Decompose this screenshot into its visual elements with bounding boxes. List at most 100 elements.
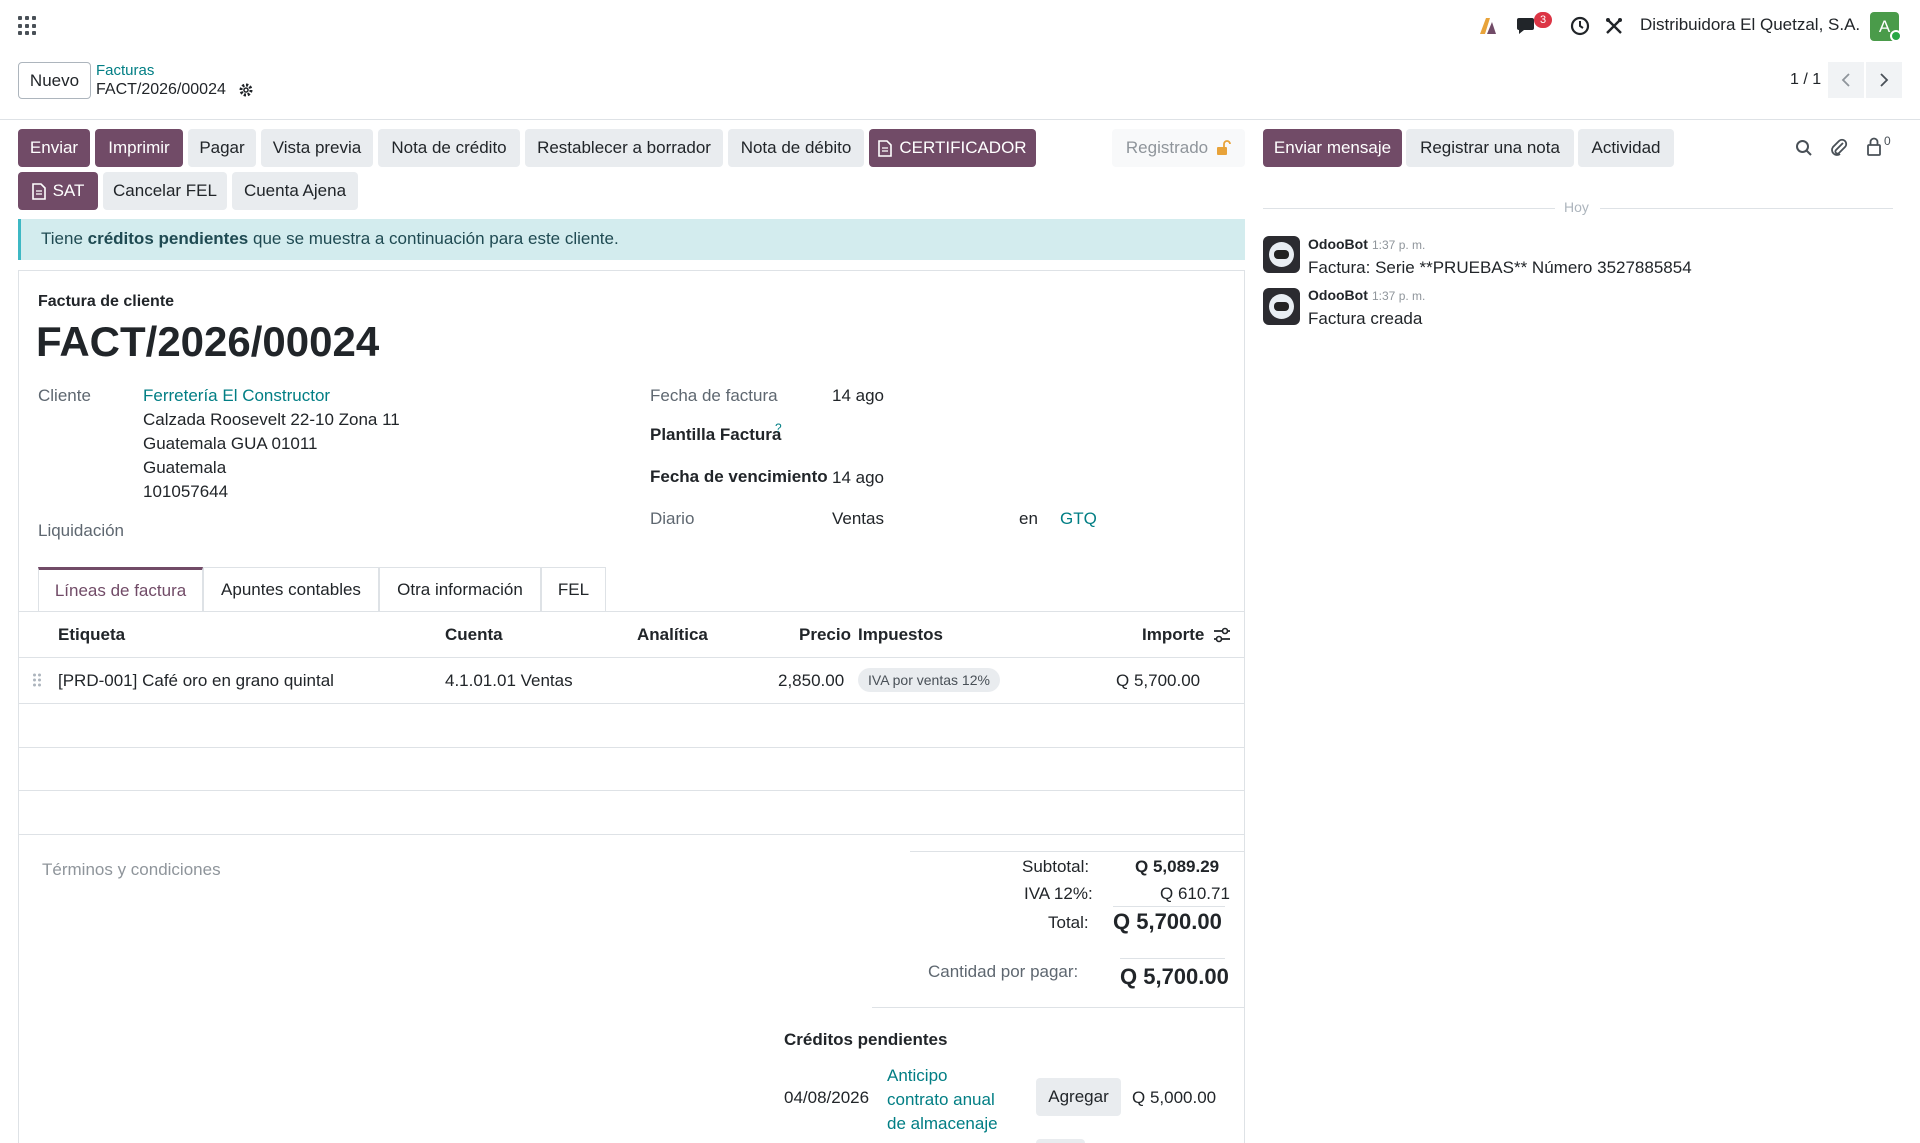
currency-link[interactable]: GTQ (1060, 509, 1097, 529)
drag-handle-icon[interactable] (32, 672, 42, 688)
table-header-divider (18, 657, 1245, 658)
liquidacion-label: Liquidación (38, 521, 125, 540)
totals-top-divider (910, 851, 1245, 852)
activity-clock-icon[interactable] (1568, 14, 1592, 38)
print-button[interactable]: Imprimir (95, 129, 183, 167)
subtotal-value: Q 5,089.29 (1135, 857, 1220, 876)
sat-label: SAT (52, 181, 85, 200)
customer-address-line: Guatemala GUA 01011 (143, 434, 318, 453)
unlock-icon (1217, 140, 1232, 155)
line-account[interactable]: 4.1.01.01 Ventas (445, 671, 573, 691)
tab-fel[interactable]: FEL (541, 567, 606, 611)
pay-button[interactable]: Pagar (188, 129, 256, 167)
message-body: Factura creada (1308, 309, 1423, 328)
search-icon[interactable] (1795, 139, 1813, 157)
journal-label: Diario (650, 509, 695, 528)
col-header-label[interactable]: Etiqueta (58, 625, 125, 645)
tools-icon[interactable] (1602, 14, 1626, 38)
invoice-date-value[interactable]: 14 ago (832, 386, 884, 406)
iva-label: IVA 12%: (1024, 884, 1093, 903)
message-body: Factura: Serie **PRUEBAS** Número 352788… (1308, 258, 1692, 277)
breadcrumb-parent[interactable]: Facturas (96, 62, 154, 79)
col-header-price[interactable]: Precio (799, 625, 851, 645)
credit-note-button[interactable]: Nota de crédito (378, 129, 520, 167)
messages-badge: 3 (1534, 12, 1552, 28)
message-author[interactable]: OdooBot (1308, 287, 1368, 303)
date-separator-label: Hoy (1564, 199, 1589, 215)
paperclip-icon[interactable] (1830, 137, 1848, 157)
activity-button[interactable]: Actividad (1578, 129, 1674, 167)
sat-button[interactable]: SAT (18, 172, 98, 210)
certificador-label: CERTIFICADOR (899, 138, 1027, 157)
preview-button[interactable]: Vista previa (261, 129, 373, 167)
col-header-amount[interactable]: Importe (1142, 625, 1204, 645)
log-note-button[interactable]: Registrar una nota (1406, 129, 1574, 167)
alert-prefix: Tiene (41, 229, 83, 248)
customer-address-line: Guatemala (143, 458, 227, 477)
add-credit-button[interactable]: Agregar (1036, 1078, 1121, 1116)
customer-label: Cliente (38, 386, 91, 405)
due-date-label: Fecha de vencimiento (650, 467, 828, 486)
followers-count: 0 (1884, 134, 1891, 148)
cancel-fel-button[interactable]: Cancelar FEL (103, 172, 227, 210)
due-date-value[interactable]: 14 ago (832, 468, 884, 488)
customer-tax-id: 101057644 (143, 482, 229, 501)
company-switcher[interactable]: Distribuidora El Quetzal, S.A. (1640, 15, 1860, 35)
debit-note-button[interactable]: Nota de débito (728, 129, 864, 167)
pager-value[interactable]: 1 / 1 (1790, 71, 1821, 89)
certificador-button[interactable]: CERTIFICADOR (869, 129, 1036, 167)
send-message-button[interactable]: Enviar mensaje (1263, 129, 1402, 167)
col-header-taxes[interactable]: Impuestos (858, 625, 943, 645)
customer-address-line: Calzada Roosevelt 22-10 Zona 11 (143, 410, 400, 429)
alert-suffix: que se muestra a continuación para este … (252, 229, 619, 248)
outstanding-credits-alert: Tiene créditos pendientes que se muestra… (18, 219, 1245, 260)
add-credit-button[interactable] (1036, 1139, 1085, 1143)
top-navbar: 3 Distribuidora El Quetzal, S.A. A (0, 0, 1920, 52)
outstanding-credit-description[interactable]: Anticipo contrato anual de almacenaje (887, 1064, 998, 1136)
status-label: Registrado (1125, 138, 1209, 157)
third-party-account-button[interactable]: Cuenta Ajena (232, 172, 358, 210)
currency-in-label: en (1019, 509, 1038, 528)
line-label[interactable]: [PRD-001] Café oro en grano quintal (58, 671, 334, 691)
tabs-divider (18, 611, 1245, 612)
date-separator-line (1600, 208, 1893, 209)
outstanding-credit-date: 04/08/2026 (784, 1088, 870, 1107)
template-help-icon[interactable]: ? (775, 421, 782, 435)
outstanding-credit-desc-line: de almacenaje (887, 1114, 998, 1133)
reset-to-draft-button[interactable]: Restablecer a borrador (525, 129, 723, 167)
line-tax-tag[interactable]: IVA por ventas 12% (858, 668, 1000, 692)
invoice-date-label: Fecha de factura (650, 386, 778, 405)
send-button[interactable]: Enviar (18, 129, 90, 167)
apps-menu-icon[interactable] (18, 16, 38, 36)
odoobot-avatar[interactable] (1263, 288, 1300, 325)
outstanding-divider (872, 1007, 1245, 1008)
tab-other-info[interactable]: Otra información (379, 567, 541, 611)
invoice-type: Factura de cliente (38, 293, 175, 310)
optional-columns-toggle-icon[interactable] (1213, 627, 1231, 643)
breadcrumb-current: FACT/2026/00024 (96, 81, 226, 98)
table-row-divider (18, 790, 1245, 791)
gear-icon[interactable] (238, 82, 254, 98)
customer-name-link[interactable]: Ferretería El Constructor (143, 386, 330, 406)
pager-next-button[interactable] (1866, 62, 1902, 98)
followers-lock-icon[interactable] (1866, 137, 1882, 156)
pager-previous-button[interactable] (1828, 62, 1864, 98)
message-time: 1:37 p. m. (1372, 238, 1426, 252)
alert-bold: créditos pendientes (87, 229, 249, 248)
terms-conditions-field[interactable]: Términos y condiciones (42, 860, 221, 880)
journal-value[interactable]: Ventas (832, 509, 884, 529)
odoobot-avatar[interactable] (1263, 236, 1300, 273)
line-price[interactable]: 2,850.00 (778, 671, 844, 691)
amount-due-value: Q 5,700.00 (1120, 964, 1229, 989)
tab-invoice-lines[interactable]: Líneas de factura (38, 567, 203, 611)
ai-assistant-icon[interactable] (1477, 14, 1501, 38)
message-author[interactable]: OdooBot (1308, 236, 1368, 252)
pdf-file-icon (878, 139, 893, 157)
iva-value: Q 610.71 (1160, 884, 1230, 903)
status-registered: Registrado (1112, 129, 1245, 167)
col-header-account[interactable]: Cuenta (445, 625, 503, 645)
col-header-analytic[interactable]: Analítica (637, 625, 708, 645)
tab-journal-items[interactable]: Apuntes contables (203, 567, 379, 611)
new-button[interactable]: Nuevo (18, 62, 91, 99)
message-time: 1:37 p. m. (1372, 289, 1426, 303)
